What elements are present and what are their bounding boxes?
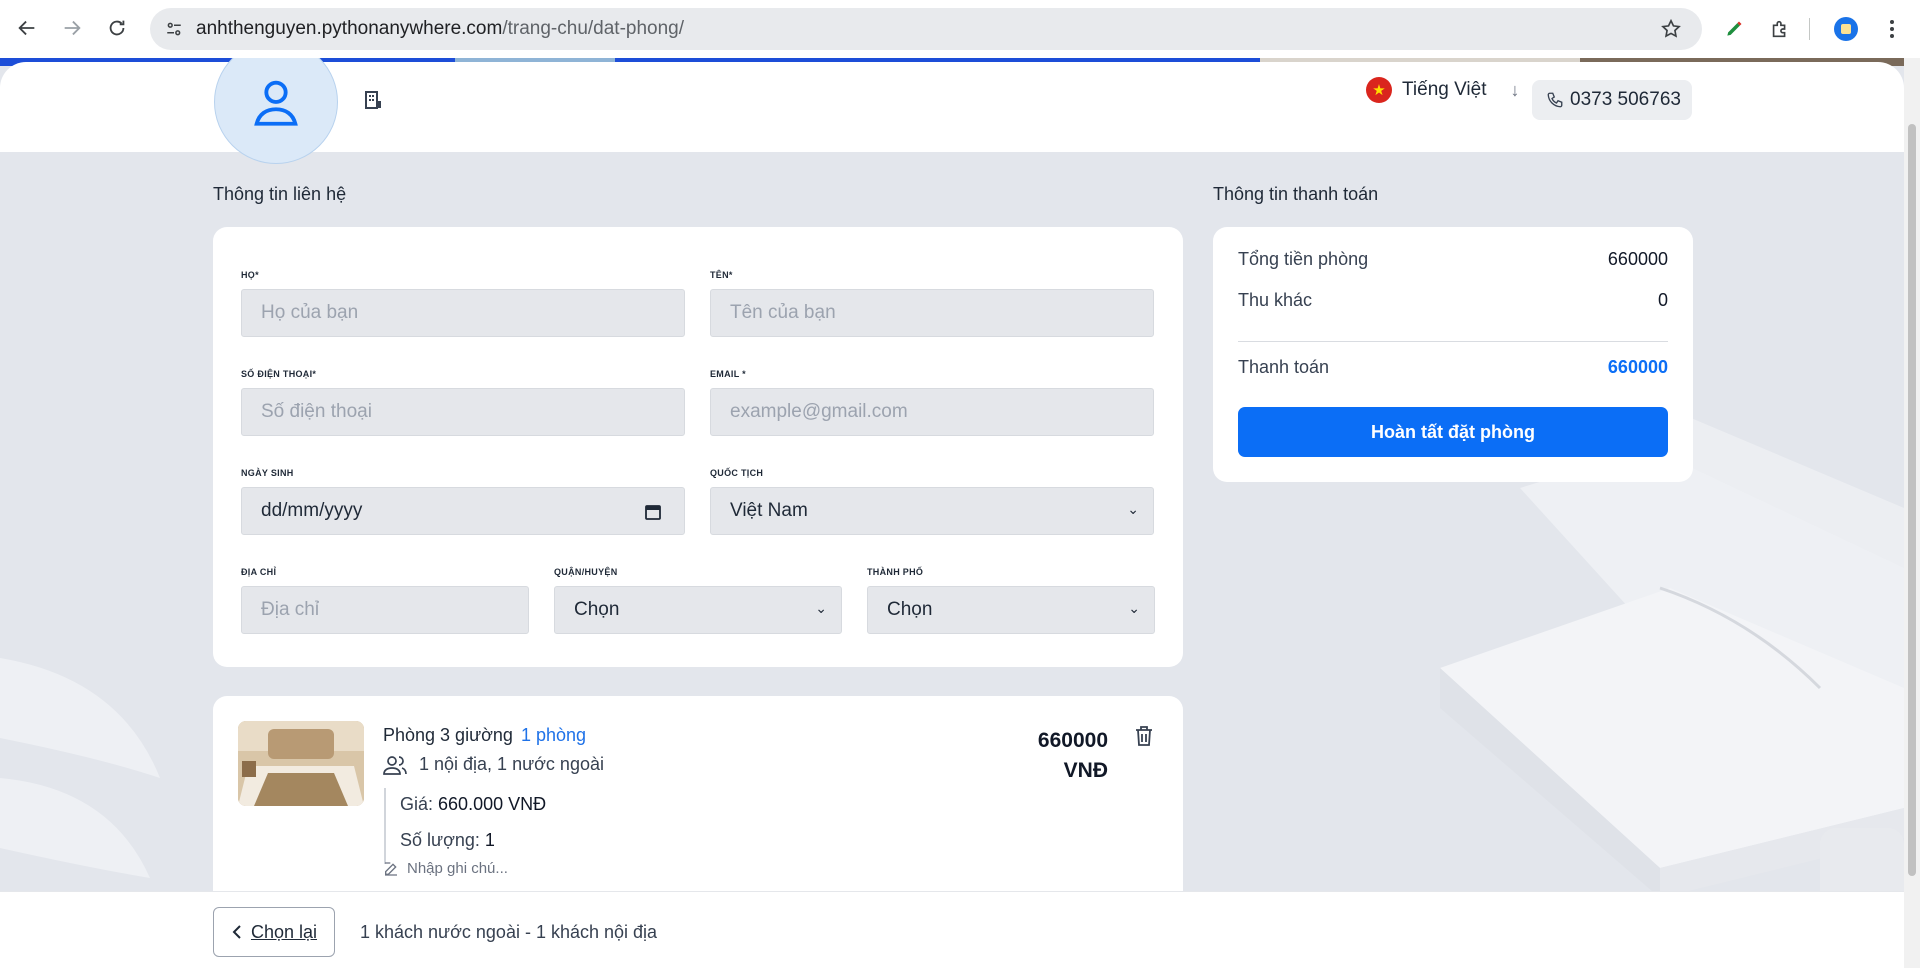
room-subtotal: 660000 VNĐ [1038,726,1108,786]
edit-icon [385,861,397,876]
site-settings-icon[interactable] [160,15,188,43]
room-subtotal-currency: VNĐ [1063,759,1108,782]
phone-icon [1547,92,1563,108]
room-photo[interactable] [238,721,364,806]
other-fees-row: Thu khác 0 [1238,290,1668,311]
city-label: THÀNH PHỐ [867,567,924,577]
note-input[interactable]: Nhập ghi chú... [383,860,508,877]
guests-text: 1 nội địa, 1 nước ngoài [419,754,604,774]
browser-toolbar: anhthenguyen.pythonanywhere.com/trang-ch… [0,0,1920,58]
address-input[interactable]: Địa chỉ [241,586,529,634]
site-header: ★ Tiếng Việt ↓ 0373 506763 [0,58,1904,164]
user-icon [254,80,298,126]
chevron-down-icon: ⌄ [815,600,827,616]
price-value: 660.000 VNĐ [438,794,547,814]
complete-booking-button[interactable]: Hoàn tất đặt phòng [1238,407,1668,457]
room-total-label: Tổng tiền phòng [1238,249,1369,269]
hotel-building-icon[interactable] [364,90,382,110]
district-value: Chọn [574,599,620,620]
profile-avatar-icon[interactable] [1831,14,1861,44]
reselect-label: Chọn lại [250,921,318,942]
payment-summary-card: Tổng tiền phòng 660000 Thu khác 0 Thanh … [1213,227,1693,482]
email-input[interactable]: example@gmail.com [710,388,1154,436]
note-placeholder: Nhập ghi chú... [407,860,508,877]
booking-footer-bar: Chọn lại 1 khách nước ngoài - 1 khách nộ… [0,891,1904,968]
divider [1238,341,1668,342]
vietnam-flag-icon: ★ [1366,77,1392,103]
price-label: Giá: [400,794,434,814]
url-path: /trang-chu/dat-phong/ [502,18,685,39]
quantity-label: Số lượng: [400,830,480,850]
quantity-value: 1 [484,830,495,850]
room-name: Phòng 3 giường [383,725,513,745]
nationality-value: Việt Nam [730,500,808,521]
page-scrollbar[interactable] [1904,58,1920,968]
hotline-button[interactable]: 0373 506763 [1532,80,1692,120]
room-count-link[interactable]: 1 phòng [521,725,586,745]
first-name-label: TÊN* [710,270,733,280]
bookmark-star-icon[interactable] [1656,14,1686,44]
room-quantity: Số lượng: 1 [400,830,495,851]
district-select[interactable]: Chọn ⌄ [554,586,842,634]
room-total-row: Tổng tiền phòng 660000 [1238,249,1668,270]
contact-section-title: Thông tin liên hệ [213,184,347,204]
city-select[interactable]: Chọn ⌄ [867,586,1155,634]
back-arrow-icon[interactable] [9,10,45,46]
phone-label: SỐ ĐIỆN THOẠI* [241,369,317,379]
payment-total-row: Thanh toán 660000 [1238,357,1668,378]
chevron-left-icon [232,925,241,939]
page-viewport: ★ Tiếng Việt ↓ 0373 506763 Thông tin liê… [0,58,1904,968]
first-name-input[interactable]: Tên của bạn [710,289,1154,337]
chevron-down-icon: ⌄ [1127,501,1139,517]
language-selector[interactable]: ★ Tiếng Việt ↓ [1366,77,1520,103]
language-label: Tiếng Việt [1402,79,1487,100]
nationality-label: QUỐC TỊCH [710,468,764,478]
browser-menu-icon[interactable] [1877,14,1907,44]
last-name-input[interactable]: Họ của bạn [241,289,685,337]
city-value: Chọn [887,599,933,620]
contact-form-card: HỌ* Họ của bạn TÊN* Tên của bạn SỐ ĐIỆN … [213,227,1183,667]
dob-input[interactable]: dd/mm/yyyy [241,487,685,535]
room-subtotal-value: 660000 [1037,729,1108,752]
users-icon [383,755,407,775]
room-total-value: 660000 [1607,249,1668,269]
calendar-icon[interactable] [644,503,662,521]
forward-arrow-icon[interactable] [54,10,90,46]
address-label: ĐỊA CHỈ [241,567,277,577]
payment-section-title: Thông tin thanh toán [1213,184,1379,204]
detail-divider [384,788,386,864]
hotline-number: 0373 506763 [1570,89,1681,110]
toolbar-separator [1809,18,1810,40]
last-name-label: HỌ* [241,270,259,280]
guest-summary: 1 khách nước ngoài - 1 khách nội địa [360,922,658,942]
scrollbar-thumb[interactable] [1908,124,1916,876]
extension-pen-icon[interactable] [1719,14,1749,44]
arrow-down-icon: ↓ [1510,79,1520,100]
chevron-down-icon: ⌄ [1128,600,1140,616]
district-label: QUẬN/HUYỆN [554,567,618,577]
delete-trash-icon[interactable] [1135,726,1153,746]
dob-value: dd/mm/yyyy [261,500,363,521]
room-title: Phòng 3 giường 1 phòng [383,725,586,746]
payment-total-label: Thanh toán [1238,357,1330,377]
reselect-button[interactable]: Chọn lại [213,907,335,957]
nationality-select[interactable]: Việt Nam ⌄ [710,487,1154,535]
reload-icon[interactable] [99,10,135,46]
email-label: EMAIL * [710,369,746,379]
room-guests: 1 nội địa, 1 nước ngoài [383,754,604,775]
extensions-puzzle-icon[interactable] [1765,14,1795,44]
url-text[interactable]: anhthenguyen.pythonanywhere.com/trang-ch… [196,18,684,40]
other-fees-value: 0 [1657,290,1668,310]
leaf-illustration [0,658,160,878]
phone-input[interactable]: Số điện thoại [241,388,685,436]
url-host: anhthenguyen.pythonanywhere.com [196,18,503,39]
room-price: Giá: 660.000 VNĐ [400,794,546,815]
dob-label: NGÀY SINH [241,468,294,478]
payment-total-value: 660000 [1607,357,1668,377]
other-fees-label: Thu khác [1238,290,1313,310]
user-avatar[interactable] [214,58,338,164]
